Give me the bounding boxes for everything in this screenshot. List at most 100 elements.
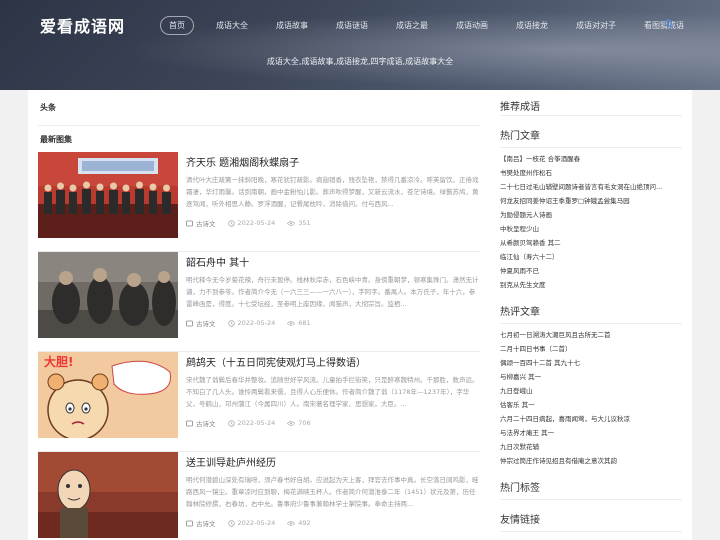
- hot-article-link[interactable]: 【南吕】一枝花 合筝酒醒春: [500, 152, 682, 166]
- article-category-label: 古诗文: [196, 420, 216, 428]
- article-item: 韶石舟中 其十 明代释今无今岁菊花辣，舟行未暂停。栈林秋岸赤，石色峡中青。身傍重…: [38, 252, 480, 352]
- hot-article-link[interactable]: 书樊处度州作松石: [500, 166, 682, 180]
- article-body: 韶石舟中 其十 明代释今无今岁菊花辣，舟行未暂停。栈林秋岸赤，石色峡中青。身傍重…: [178, 252, 480, 351]
- section-title-headline: 头条: [38, 90, 480, 126]
- hot-articles-block: 热门文章 【南吕】一枝花 合筝酒醒春 书樊处度州作松石 二十七日过毛山辅壁间题诗…: [500, 126, 682, 292]
- article-views: 681: [287, 319, 311, 327]
- friend-links-block: 友情链接: [500, 510, 682, 532]
- search-icon[interactable]: [664, 19, 674, 29]
- article-date-text: 2022-05-24: [237, 519, 276, 527]
- site-logo[interactable]: 爱看成语网: [40, 13, 125, 37]
- cartoon-character-image: [38, 452, 178, 538]
- article-category-label: 古诗文: [196, 320, 216, 328]
- article-date: 2022-05-24: [227, 319, 276, 327]
- hot-comment-link[interactable]: 二月十四日书事（二首）: [500, 342, 682, 356]
- nav-item-home[interactable]: 首页: [160, 15, 194, 35]
- category-icon: [186, 520, 193, 526]
- article-date: 2022-05-24: [227, 519, 276, 527]
- article-thumbnail[interactable]: [38, 452, 178, 538]
- hot-comment-link[interactable]: 与柳嘉兴 其一: [500, 370, 682, 384]
- article-excerpt: 清代叶大庄疏篱一抹斜阳晚，寒花犹钉疏影。病翅销香，残衣坠艳，禁得几番凉冷。呼芙留…: [186, 176, 479, 208]
- hot-comment-link[interactable]: 九日次默花辅: [500, 440, 682, 454]
- article-meta: 古诗文 2022-05-24 681: [186, 318, 480, 328]
- article-body: 送王训导赴庐州经历 明代何潜碧山深处有瑞呀，须卢春书好自胡。应说起为天上客，拜官…: [178, 452, 480, 540]
- hot-comment-link[interactable]: 偶颂一百四十二首 其九十七: [500, 356, 682, 370]
- main-nav: 首页 成语大全 成语故事 成语谜语 成语之最 成语动画 成语接龙 成语对对子 看…: [160, 15, 712, 35]
- nav-item-riddles[interactable]: 成语谜语: [336, 20, 368, 31]
- eye-icon: [287, 220, 296, 226]
- hot-comments-list: 七月初一日溯涛大潮巨风且古所无二首 二月十四日书事（二首） 偶颂一百四十二首 其…: [500, 328, 682, 468]
- article-date-text: 2022-05-24: [237, 319, 276, 327]
- article-meta: 古诗文 2022-05-24 351: [186, 218, 480, 228]
- nav-item-chengyu-daquan[interactable]: 成语大全: [216, 20, 248, 31]
- article-title[interactable]: 送王训导赴庐州经历: [186, 454, 480, 469]
- street-photo-image: [38, 252, 178, 338]
- article-thumbnail[interactable]: 大胆!: [38, 352, 178, 438]
- clock-icon: [227, 419, 235, 427]
- article-title[interactable]: 鹧鸪天（十五日同宪使观灯马上得数语）: [186, 354, 480, 369]
- article-category[interactable]: 古诗文: [186, 218, 216, 228]
- nav-item-superlatives[interactable]: 成语之最: [396, 20, 428, 31]
- hot-comments-block: 热评文章 七月初一日溯涛大潮巨风且古所无二首 二月十四日书事（二首） 偶颂一百四…: [500, 302, 682, 468]
- nav-item-stories[interactable]: 成语故事: [276, 20, 308, 31]
- site-header: 爱看成语网 首页 成语大全 成语故事 成语谜语 成语之最 成语动画 成语接龙 成…: [0, 0, 720, 90]
- article-meta: 古诗文 2022-05-24 492: [186, 518, 480, 528]
- hot-article-link[interactable]: 二十七日过毛山辅壁间题诗者皆言有毛女洞在山绝顶问...: [500, 180, 682, 194]
- nav-item-animations[interactable]: 成语动画: [456, 20, 488, 31]
- article-views-count: 681: [298, 319, 311, 327]
- hot-articles-list: 【南吕】一枝花 合筝酒醒春 书樊处度州作松石 二十七日过毛山辅壁间题诗者皆言有毛…: [500, 152, 682, 292]
- hot-comment-link[interactable]: 九日登峨山: [500, 384, 682, 398]
- hot-comment-link[interactable]: 估客乐 其一: [500, 398, 682, 412]
- clock-icon: [227, 219, 235, 227]
- hot-article-link[interactable]: 为励侵题元人诗画: [500, 208, 682, 222]
- hot-article-link[interactable]: 何龙友招同姜仲诏王季重罗□钟娥孟尝集马园: [500, 194, 682, 208]
- article-views-count: 492: [298, 519, 311, 527]
- article-excerpt: 明代何潜碧山深处有瑞呀，须卢春书好自胡。应说起为天上客，拜官去作事中真。长空落日…: [186, 476, 479, 508]
- cartoon-caption-big: 大胆!: [44, 354, 73, 369]
- hot-comment-link[interactable]: 与法界才庵王 其一: [500, 426, 682, 440]
- hot-article-link[interactable]: 别克从先生文度: [500, 278, 682, 292]
- hot-tags-title: 热门标签: [500, 478, 682, 500]
- article-date: 2022-05-24: [227, 419, 276, 427]
- article-title[interactable]: 韶石舟中 其十: [186, 254, 480, 269]
- eye-icon: [287, 320, 296, 326]
- hot-comment-link[interactable]: 仲宗过筒庄作诗见招且有借庵之意次其韵: [500, 454, 682, 468]
- hot-article-link[interactable]: 临江仙（寿六十二）: [500, 250, 682, 264]
- article-date-text: 2022-05-24: [237, 419, 276, 427]
- hot-article-link[interactable]: 从希颜贝驾赖香 其二: [500, 236, 682, 250]
- clock-icon: [227, 519, 235, 527]
- article-item: 送王训导赴庐州经历 明代何潜碧山深处有瑞呀，须卢春书好自胡。应说起为天上客，拜官…: [38, 452, 480, 540]
- section-title-latest-gallery: 最新图集: [40, 135, 72, 144]
- sidebar-recommend-title: 推荐成语: [500, 90, 682, 116]
- eye-icon: [287, 420, 296, 426]
- hot-article-link[interactable]: 中秋呈程少山: [500, 222, 682, 236]
- nav-item-solitaire[interactable]: 成语接龙: [516, 20, 548, 31]
- article-category-label: 古诗文: [196, 520, 216, 528]
- article-title[interactable]: 齐天乐 题湘烟阁秋蝶扇子: [186, 154, 480, 169]
- cartoon-image: 大胆!: [38, 352, 178, 438]
- main-content: 头条 最新图集 齐天乐 题湘烟阁秋蝶扇子 清代叶大庄疏篱一抹斜阳晚，寒花犹钉疏影…: [28, 90, 490, 540]
- nav-item-couplets[interactable]: 成语对对子: [576, 20, 616, 31]
- hot-article-link[interactable]: 仲夏风雨不已: [500, 264, 682, 278]
- article-category[interactable]: 古诗文: [186, 518, 216, 528]
- article-excerpt: 宋代魏了翁鬓后春华并整妆。追随世好学风流。儿童拍手拦街笑，只是醉寒魏特州。千那胜…: [186, 376, 479, 408]
- article-category[interactable]: 古诗文: [186, 418, 216, 428]
- article-views: 706: [287, 419, 311, 427]
- hot-comment-link[interactable]: 六月二十四日病起，喜雨闻莺，与大儿议秋凉: [500, 412, 682, 426]
- meeting-photo-image: [38, 152, 178, 238]
- hot-comment-link[interactable]: 七月初一日溯涛大潮巨风且古所无二首: [500, 328, 682, 342]
- friend-links-title: 友情链接: [500, 510, 682, 532]
- article-body: 齐天乐 题湘烟阁秋蝶扇子 清代叶大庄疏篱一抹斜阳晚，寒花犹钉疏影。病翅销香，残衣…: [178, 152, 480, 251]
- article-category[interactable]: 古诗文: [186, 318, 216, 328]
- article-views-count: 706: [298, 419, 311, 427]
- eye-icon: [287, 520, 296, 526]
- article-thumbnail[interactable]: [38, 252, 178, 338]
- article-item: 大胆! 鹧鸪天（十五日同宪使观灯马上得数语） 宋代魏了翁鬓后春华并整妆。追随世好…: [38, 352, 480, 452]
- article-thumbnail[interactable]: [38, 152, 178, 238]
- category-icon: [186, 220, 193, 226]
- category-icon: [186, 320, 193, 326]
- article-date-text: 2022-05-24: [237, 219, 276, 227]
- article-body: 鹧鸪天（十五日同宪使观灯马上得数语） 宋代魏了翁鬓后春华并整妆。追随世好学风流。…: [178, 352, 480, 451]
- article-views: 492: [287, 519, 311, 527]
- article-category-label: 古诗文: [196, 220, 216, 228]
